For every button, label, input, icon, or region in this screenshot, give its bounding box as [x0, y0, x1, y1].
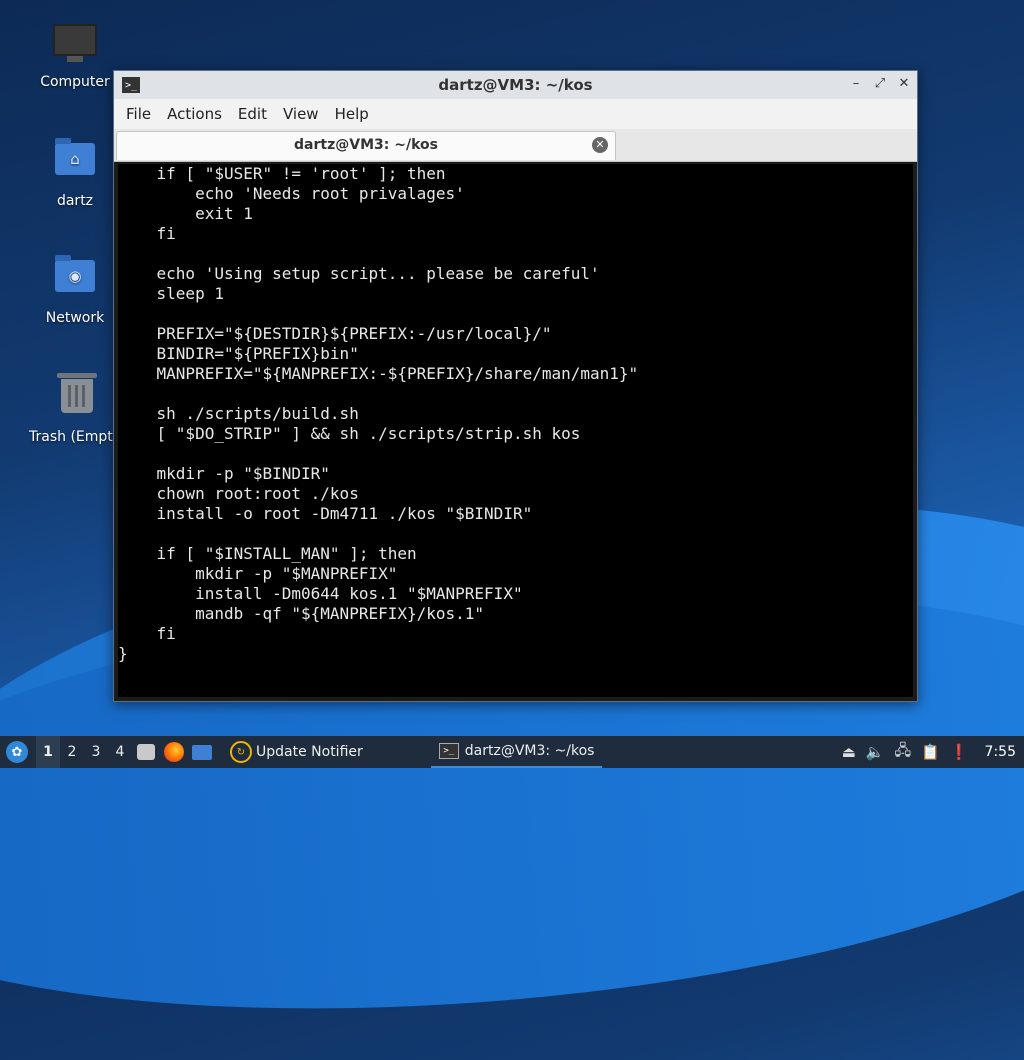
tab-bar: dartz@VM3: ~/kos ✕ [114, 129, 917, 162]
file-manager-icon [137, 744, 155, 760]
workspace-4[interactable]: 4 [108, 744, 132, 760]
terminal-output[interactable]: if [ "$USER" != 'root' ]; then echo 'Nee… [118, 164, 913, 697]
terminal-line: chown root:root ./kos [118, 484, 359, 503]
terminal-line: mandb -qf "${MANPREFIX}/kos.1" [118, 604, 485, 623]
notification-icon[interactable]: ❗ [950, 743, 969, 761]
menubar: File Actions Edit View Help [114, 99, 917, 129]
desktop-launcher[interactable] [191, 741, 213, 763]
desktop-icon-label: Network [45, 310, 105, 326]
file-manager-launcher[interactable] [135, 741, 157, 763]
menu-view[interactable]: View [275, 105, 327, 123]
workspace-2[interactable]: 2 [60, 744, 84, 760]
tab-label: dartz@VM3: ~/kos [294, 137, 438, 153]
update-notifier-icon: ↻ [230, 741, 252, 763]
desktop-icon-home[interactable]: ⌂ dartz [27, 137, 123, 209]
terminal-task-label: dartz@VM3: ~/kos [464, 743, 595, 759]
terminal-line: sleep 1 [118, 284, 224, 303]
tab-close-icon[interactable]: ✕ [592, 137, 608, 153]
taskbar-update-notifier[interactable]: ↻ Update Notifier [216, 736, 371, 768]
desktop-icon-computer[interactable]: Computer [27, 20, 123, 90]
system-tray: ⏏ 🔈 🖧 📋 ❗ 7:55 [842, 740, 1024, 765]
desktop-icon-network[interactable]: ◉ Network [27, 254, 123, 326]
terminal-line: if [ "$INSTALL_MAN" ]; then [118, 544, 417, 563]
menu-file[interactable]: File [118, 105, 159, 123]
terminal-line: fi [118, 624, 176, 643]
window-titlebar[interactable]: >_ dartz@VM3: ~/kos – ⤢ ✕ [114, 71, 917, 99]
desktop-icon-label: dartz [56, 193, 94, 209]
terminal-line: mkdir -p "$MANPREFIX" [118, 564, 398, 583]
terminal-line: [ "$DO_STRIP" ] && sh ./scripts/strip.sh… [118, 424, 581, 443]
clipboard-icon[interactable]: 📋 [921, 743, 940, 761]
terminal-line: sh ./scripts/build.sh [118, 404, 359, 423]
menu-help[interactable]: Help [327, 105, 377, 123]
terminal-line: install -Dm0644 kos.1 "$MANPREFIX" [118, 584, 523, 603]
menu-edit[interactable]: Edit [230, 105, 275, 123]
terminal-window: >_ dartz@VM3: ~/kos – ⤢ ✕ File Actions E… [113, 70, 918, 702]
start-menu-button[interactable]: ✿ [6, 741, 28, 763]
terminal-line: mkdir -p "$BINDIR" [118, 464, 330, 483]
firefox-launcher[interactable] [163, 741, 185, 763]
terminal-line: if [ "$USER" != 'root' ]; then [118, 164, 446, 183]
network-icon[interactable]: 🖧 [894, 740, 911, 765]
terminal-icon: >_ [438, 743, 459, 759]
desktop-icon-label: Computer [40, 74, 110, 90]
home-folder-icon: ⌂ [53, 138, 97, 187]
terminal-line: fi [118, 224, 176, 243]
taskbar: ✿ 1 2 3 4 ↻ Update Notifier >_ dartz@VM3… [0, 736, 1024, 768]
terminal-line: MANPREFIX="${MANPREFIX:-${PREFIX}/share/… [118, 364, 639, 383]
clock[interactable]: 7:55 [985, 744, 1016, 760]
close-button[interactable]: ✕ [897, 76, 911, 91]
terminal-line: install -o root -Dm4711 ./kos "$BINDIR" [118, 504, 533, 523]
minimize-button[interactable]: – [849, 76, 863, 91]
firefox-icon [164, 742, 184, 762]
terminal-line: exit 1 [118, 204, 253, 223]
tab-terminal[interactable]: dartz@VM3: ~/kos ✕ [116, 131, 616, 160]
update-notifier-label: Update Notifier [256, 744, 363, 760]
maximize-button[interactable]: ⤢ [873, 76, 887, 91]
eject-icon[interactable]: ⏏ [842, 743, 856, 761]
volume-icon[interactable]: 🔈 [866, 743, 885, 761]
terminal-line: echo 'Using setup script... please be ca… [118, 264, 600, 283]
menu-actions[interactable]: Actions [159, 105, 230, 123]
computer-icon [53, 24, 97, 68]
terminal-line: echo 'Needs root privalages' [118, 184, 465, 203]
workspace-3[interactable]: 3 [84, 744, 108, 760]
workspace-1[interactable]: 1 [36, 736, 60, 768]
trash-icon [55, 373, 99, 423]
terminal-line: } [118, 644, 128, 663]
window-title: dartz@VM3: ~/kos [438, 76, 593, 94]
show-desktop-icon [192, 744, 212, 760]
network-folder-icon: ◉ [53, 255, 97, 304]
terminal-line: PREFIX="${DESTDIR}${PREFIX:-/usr/local}/… [118, 324, 552, 343]
taskbar-terminal-task[interactable]: >_ dartz@VM3: ~/kos [430, 736, 603, 768]
terminal-line: BINDIR="${PREFIX}bin" [118, 344, 359, 363]
